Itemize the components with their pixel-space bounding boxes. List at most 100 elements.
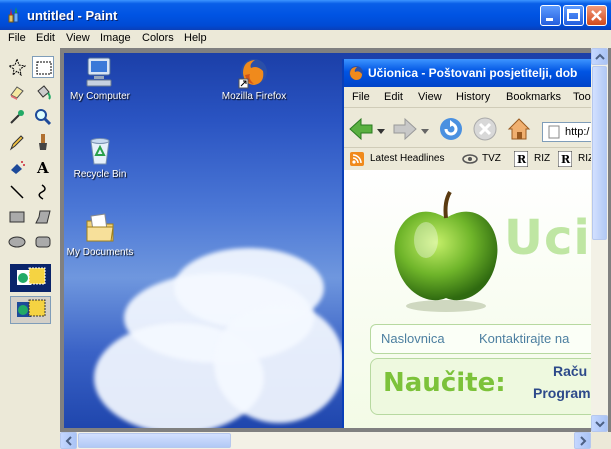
menu-colors[interactable]: Colors xyxy=(142,32,174,44)
scroll-down-button[interactable] xyxy=(591,415,608,432)
bookmark-riz[interactable]: RIZ xyxy=(534,153,550,164)
nav-link-naslovnica[interactable]: Naslovnica xyxy=(381,331,445,346)
riz-icon: R xyxy=(514,151,528,167)
horizontal-scrollbar[interactable] xyxy=(60,432,591,449)
ellipse-tool[interactable] xyxy=(6,231,28,253)
my-computer-icon xyxy=(86,57,112,87)
site-logo-text: Ucio xyxy=(504,210,591,266)
browser-menu-bar: File Edit View History Bookmarks Too xyxy=(344,87,591,107)
browser-title-bar[interactable]: Učionica - Poštovani posjetitelji, dob xyxy=(344,59,591,87)
desktop-icon-label: Recycle Bin xyxy=(73,169,127,180)
url-text: http:/ xyxy=(565,126,590,138)
close-button[interactable] xyxy=(586,5,607,26)
canvas-area[interactable]: My Computer Mozilla Firefox Recycle Bin xyxy=(60,48,611,432)
desktop-icon-label: My Documents xyxy=(66,247,134,258)
menu-edit[interactable]: Edit xyxy=(36,32,55,44)
stop-icon[interactable] xyxy=(472,116,498,142)
curve-tool[interactable] xyxy=(32,181,54,203)
desktop-icon-my-documents[interactable]: My Documents xyxy=(64,211,138,258)
menu-help[interactable]: Help xyxy=(184,32,207,44)
riz-icon: R xyxy=(558,151,572,167)
browser-menu-bookmarks[interactable]: Bookmarks xyxy=(506,91,561,103)
menu-file[interactable]: File xyxy=(8,32,26,44)
bookmark-riz-2[interactable]: RIZ xyxy=(578,153,591,164)
polygon-tool[interactable] xyxy=(32,206,54,228)
forward-dropdown-icon[interactable] xyxy=(421,127,429,135)
scrollbar-corner xyxy=(591,432,611,449)
svg-text:R: R xyxy=(561,153,571,166)
minimize-button[interactable] xyxy=(540,5,561,26)
selection-opaque-option[interactable] xyxy=(10,264,51,292)
promo-line-1: Raču xyxy=(553,363,588,379)
rect-select-tool[interactable] xyxy=(32,56,54,78)
eraser-tool[interactable] xyxy=(6,81,28,103)
firefox-icon xyxy=(238,59,267,89)
airbrush-tool[interactable] xyxy=(6,156,28,178)
url-bar[interactable]: http:/ xyxy=(542,122,591,142)
menu-view[interactable]: View xyxy=(66,32,90,44)
vertical-scrollbar[interactable] xyxy=(591,48,608,432)
rss-feed-icon xyxy=(350,152,364,166)
maximize-button[interactable] xyxy=(563,5,584,26)
desktop-icon-firefox[interactable]: Mozilla Firefox xyxy=(216,55,292,102)
free-select-tool[interactable] xyxy=(6,56,28,78)
desktop-icon-label: Mozilla Firefox xyxy=(221,91,287,102)
paint-app-icon[interactable] xyxy=(6,7,22,23)
promo-line-2: Program xyxy=(533,385,591,401)
magnifier-tool[interactable] xyxy=(32,106,54,128)
vertical-scroll-thumb[interactable] xyxy=(592,66,607,240)
promo-title: Naučite: xyxy=(383,368,506,398)
firefox-icon xyxy=(349,66,363,80)
desktop-icon-my-computer[interactable]: My Computer xyxy=(64,55,138,102)
my-documents-icon xyxy=(86,213,114,242)
fill-bucket-tool[interactable] xyxy=(32,81,54,103)
page-icon xyxy=(548,125,560,139)
bookmarks-toolbar: Latest Headlines TVZ R RIZ R RIZ xyxy=(344,147,591,171)
recycle-bin-icon xyxy=(90,138,110,165)
tvz-icon xyxy=(462,154,478,164)
home-icon[interactable] xyxy=(506,116,532,142)
menu-image[interactable]: Image xyxy=(100,32,131,44)
browser-menu-file[interactable]: File xyxy=(352,91,370,103)
cloud-shape xyxy=(214,303,344,423)
scroll-up-button[interactable] xyxy=(591,48,608,65)
svg-text:A: A xyxy=(36,159,49,176)
browser-navigation-toolbar: http:/ xyxy=(344,107,591,148)
browser-menu-history[interactable]: History xyxy=(456,91,490,103)
color-picker-tool[interactable] xyxy=(6,106,28,128)
text-tool[interactable]: A xyxy=(32,156,54,178)
title-bar[interactable]: untitled - Paint xyxy=(0,0,611,30)
drawing-canvas[interactable]: My Computer Mozilla Firefox Recycle Bin xyxy=(64,53,591,428)
browser-menu-view[interactable]: View xyxy=(418,91,442,103)
rounded-rectangle-tool[interactable] xyxy=(32,231,54,253)
horizontal-scroll-thumb[interactable] xyxy=(78,433,231,448)
web-page-content[interactable]: Ucio Naslovnica Kontaktirajte na Naučite… xyxy=(344,170,591,428)
bookmark-tvz[interactable]: TVZ xyxy=(482,153,501,164)
bookmark-latest-headlines[interactable]: Latest Headlines xyxy=(370,153,445,164)
menu-bar: File Edit View Image Colors Help xyxy=(0,30,611,48)
promo-banner[interactable]: Naučite: Raču Program xyxy=(370,358,591,415)
forward-arrow-icon[interactable] xyxy=(392,116,418,142)
desktop-icon-recycle-bin[interactable]: Recycle Bin xyxy=(64,133,138,180)
nav-link-kontakt[interactable]: Kontaktirajte na xyxy=(479,331,569,346)
back-dropdown-icon[interactable] xyxy=(377,127,385,135)
reload-icon[interactable] xyxy=(438,116,464,142)
browser-menu-edit[interactable]: Edit xyxy=(384,91,403,103)
brush-tool[interactable] xyxy=(32,131,54,153)
browser-window[interactable]: Učionica - Poštovani posjetitelji, dob F… xyxy=(342,59,591,428)
desktop-icon-label: My Computer xyxy=(69,91,130,102)
line-tool[interactable] xyxy=(6,181,28,203)
browser-menu-tools[interactable]: Too xyxy=(573,91,591,103)
pencil-tool[interactable] xyxy=(6,131,28,153)
scroll-left-button[interactable] xyxy=(60,432,77,449)
svg-text:R: R xyxy=(517,153,527,166)
rectangle-tool[interactable] xyxy=(6,206,28,228)
window-title: untitled - Paint xyxy=(27,8,118,23)
toolbox: A xyxy=(0,48,61,449)
scroll-right-button[interactable] xyxy=(574,432,591,449)
site-navigation: Naslovnica Kontaktirajte na xyxy=(370,324,591,354)
browser-title: Učionica - Poštovani posjetitelji, dob xyxy=(368,66,578,80)
green-apple-image xyxy=(394,190,498,312)
selection-transparent-option[interactable] xyxy=(10,296,51,324)
back-arrow-icon[interactable] xyxy=(348,116,374,142)
